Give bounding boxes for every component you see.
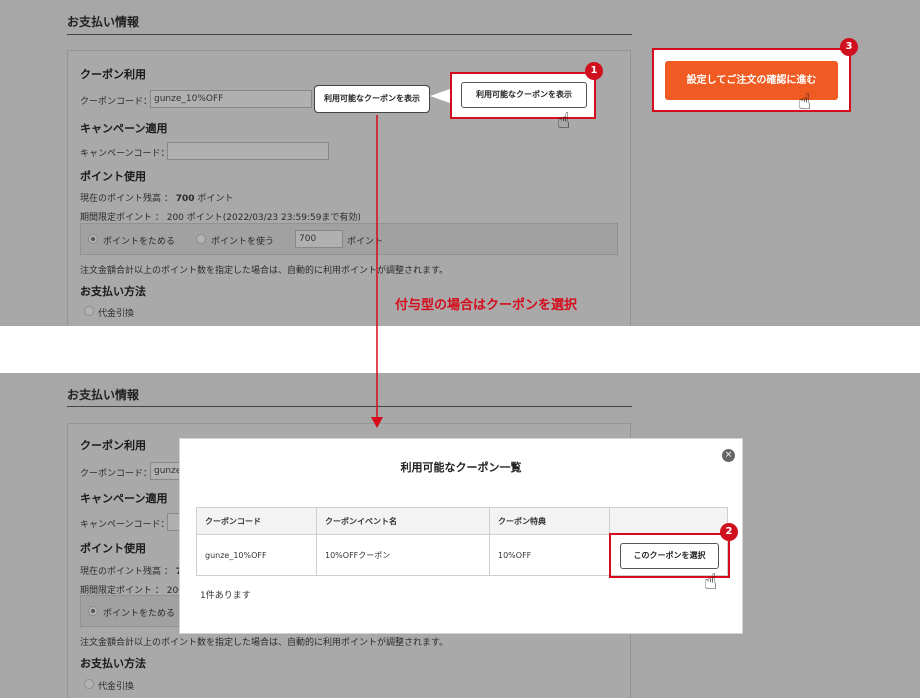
flow-arrow-head	[371, 417, 383, 428]
flow-arrow	[371, 115, 383, 428]
